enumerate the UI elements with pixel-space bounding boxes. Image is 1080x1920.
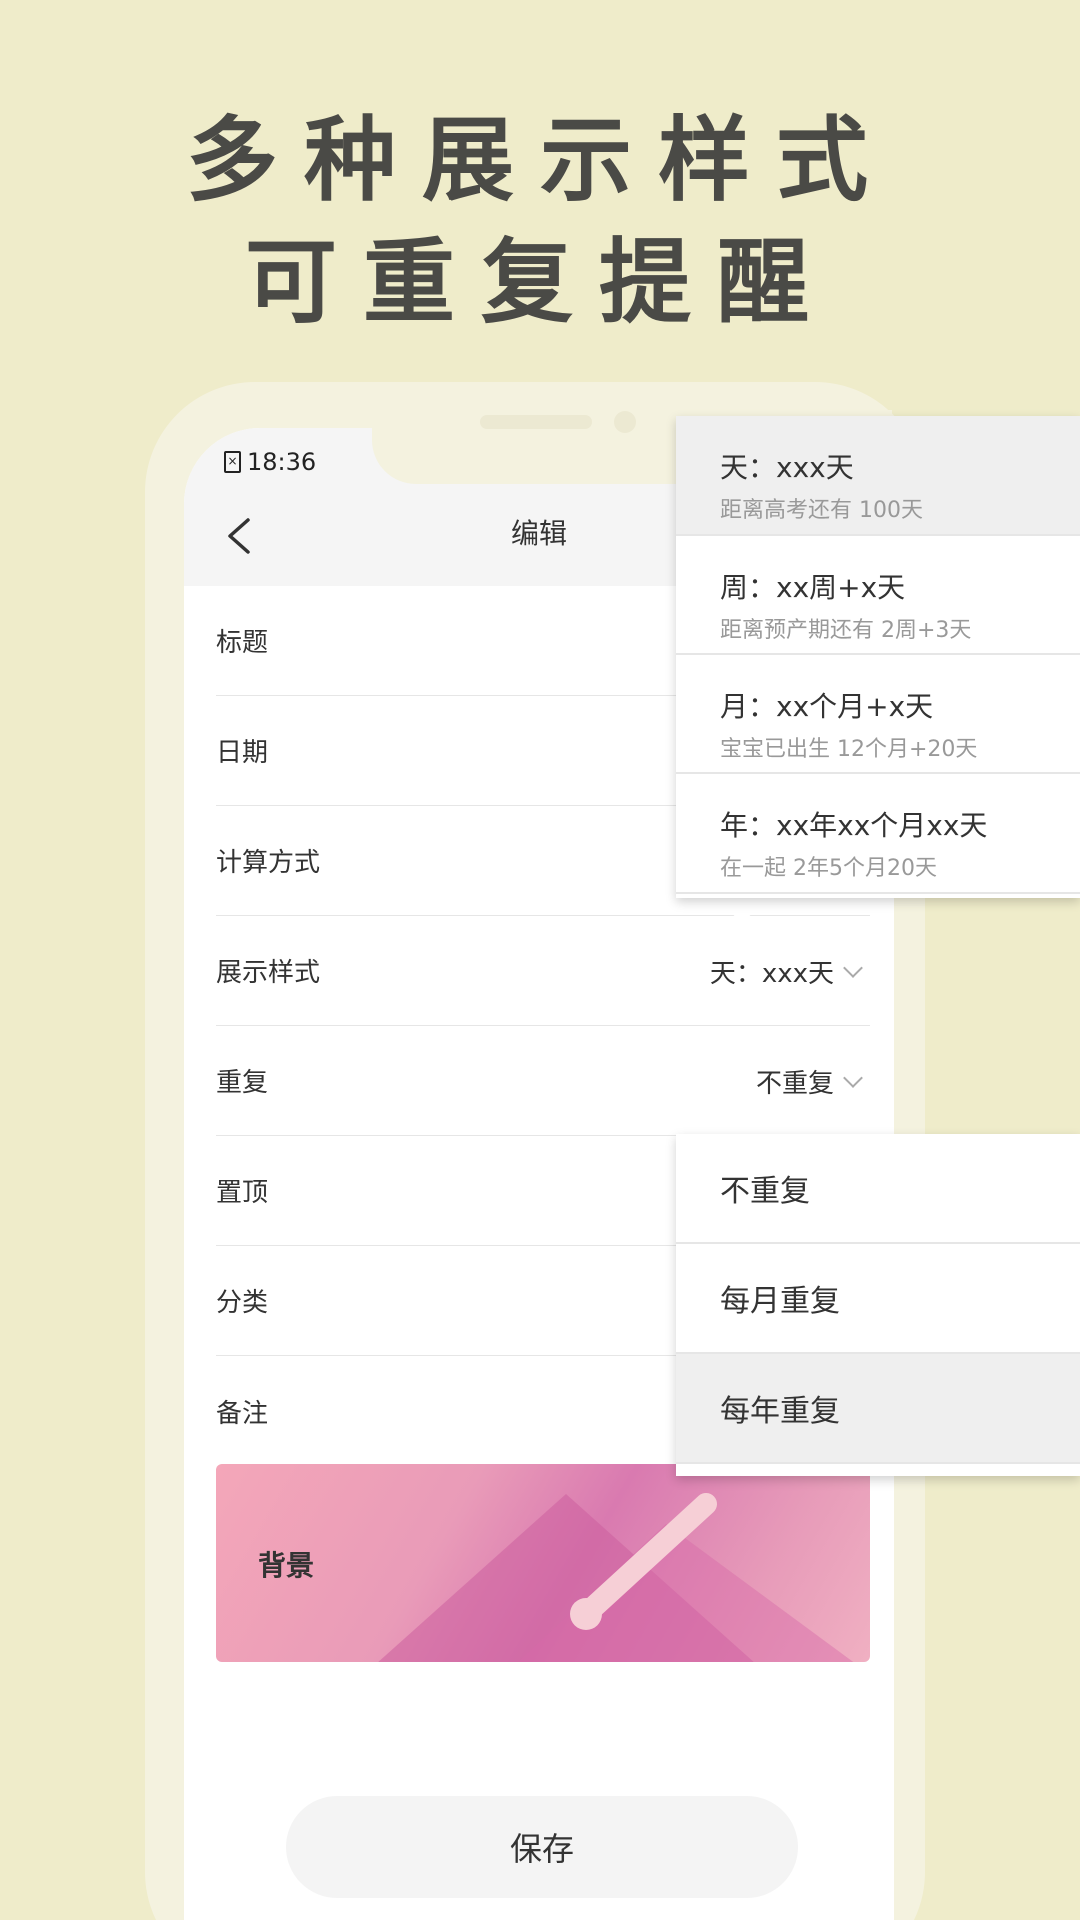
sim-card-icon: × <box>224 451 241 473</box>
phone-camera <box>614 411 636 433</box>
repeat-option-monthly[interactable]: 每月重复 <box>676 1244 1080 1354</box>
phone-speaker <box>480 415 592 429</box>
style-option-example: 宝宝已出生 12个月+20天 <box>720 737 978 762</box>
style-option-example: 距离预产期还有 2周+3天 <box>720 618 972 643</box>
style-option-example: 在一起 2年5个月20天 <box>720 856 937 881</box>
style-option-month[interactable]: 月：xx个月+x天 宝宝已出生 12个月+20天 <box>676 655 1080 774</box>
calc-method-label: 计算方式 <box>216 848 321 878</box>
status-bar: × 18:36 <box>224 448 316 476</box>
note-label: 备注 <box>216 1398 269 1429</box>
style-option-day[interactable]: 天：xxx天 距离高考还有 100天 <box>676 416 1080 536</box>
date-label: 日期 <box>216 738 269 768</box>
style-option-title: 年：xx年xx个月xx天 <box>720 809 988 842</box>
status-time: 18:36 <box>247 448 317 476</box>
title-label: 标题 <box>216 628 269 658</box>
repeat-value: 不重复 <box>755 1068 834 1099</box>
style-option-title: 天：xxx天 <box>720 451 854 484</box>
background-image <box>378 1493 854 1662</box>
background-picker[interactable]: 背景 <box>216 1464 870 1662</box>
repeat-menu: 不重复 每月重复 每年重复 <box>676 1134 1080 1476</box>
repeat-option-none[interactable]: 不重复 <box>676 1134 1080 1244</box>
display-style-menu: 天：xxx天 距离高考还有 100天 周：xx周+x天 距离预产期还有 2周+3… <box>676 416 1080 898</box>
repeat-row[interactable]: 重复 不重复 <box>216 1026 870 1136</box>
category-label: 分类 <box>216 1288 269 1318</box>
save-button[interactable]: 保存 <box>286 1796 798 1898</box>
display-style-label: 展示样式 <box>216 958 321 988</box>
pin-label: 置顶 <box>216 1178 269 1208</box>
promo-headline-line1: 多种展示样式 <box>185 107 894 214</box>
repeat-label: 重复 <box>216 1068 269 1098</box>
display-style-select[interactable]: 天：xxx天 <box>709 916 863 1026</box>
chevron-down-icon <box>843 958 863 978</box>
style-option-title: 月：xx个月+x天 <box>720 690 934 723</box>
chevron-down-icon <box>843 1068 863 1088</box>
style-option-week[interactable]: 周：xx周+x天 距离预产期还有 2周+3天 <box>676 536 1080 655</box>
style-option-example: 距离高考还有 100天 <box>720 498 923 523</box>
style-option-title: 周：xx周+x天 <box>720 571 906 604</box>
background-label: 背景 <box>258 1549 315 1582</box>
repeat-option-yearly[interactable]: 每年重复 <box>676 1354 1080 1464</box>
promo-headline-line2: 可重复提醒 <box>244 229 835 336</box>
display-style-value: 天：xxx天 <box>709 958 834 989</box>
display-style-row[interactable]: 展示样式 天：xxx天 <box>216 916 870 1026</box>
repeat-select[interactable]: 不重复 <box>755 1026 863 1136</box>
style-option-year[interactable]: 年：xx年xx个月xx天 在一起 2年5个月20天 <box>676 774 1080 894</box>
